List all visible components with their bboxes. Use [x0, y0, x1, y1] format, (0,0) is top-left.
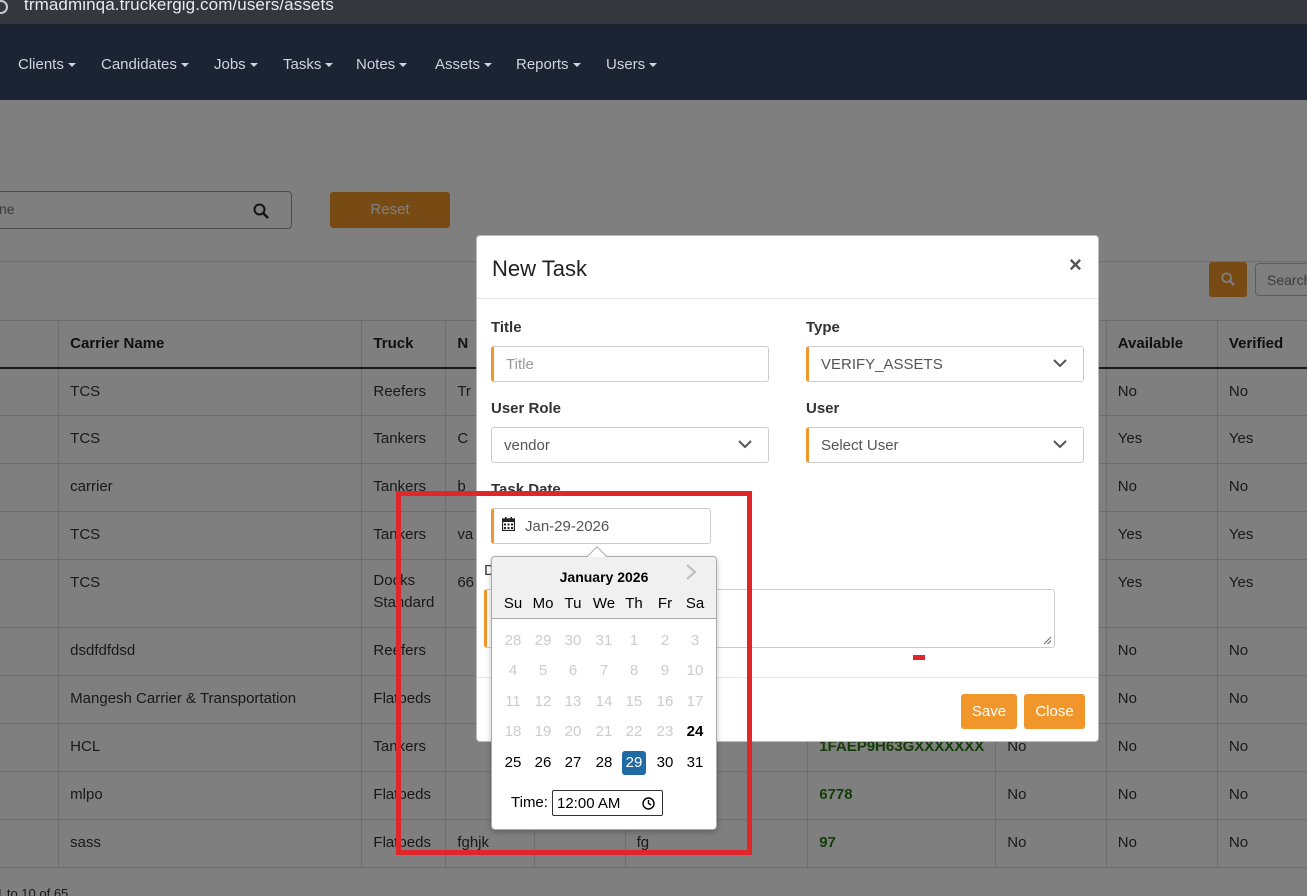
nav-reports-label: Reports: [516, 56, 569, 73]
url-text: trmadminqa.truckergig.com/users/assets: [24, 0, 334, 14]
type-select[interactable]: VERIFY_ASSETS: [806, 346, 1084, 382]
title-input[interactable]: Title: [491, 346, 769, 382]
nav-candidates-label: Candidates: [101, 56, 177, 73]
nav-notes[interactable]: Notes: [356, 56, 408, 73]
divider: [477, 298, 1098, 299]
chevron-down-icon: [738, 440, 752, 449]
nav-users-label: Users: [606, 56, 646, 73]
type-label: Type: [806, 319, 840, 336]
top-navigation: Clients Candidates Jobs Tasks Notes Asse…: [0, 24, 1307, 100]
resize-handle-icon[interactable]: [1043, 636, 1052, 645]
site-info-icon[interactable]: [0, 0, 8, 14]
nav-tasks[interactable]: Tasks: [283, 56, 334, 73]
user-value: Select User: [821, 437, 899, 454]
caret-down-icon: [572, 63, 581, 68]
save-button[interactable]: Save: [961, 694, 1017, 729]
modal-title: New Task: [492, 256, 587, 281]
nav-candidates[interactable]: Candidates: [101, 56, 189, 73]
caret-down-icon: [325, 63, 334, 68]
caret-down-icon: [484, 63, 493, 68]
nav-assets[interactable]: Assets: [435, 56, 493, 73]
type-value: VERIFY_ASSETS: [821, 356, 943, 373]
nav-jobs[interactable]: Jobs: [214, 56, 258, 73]
caret-down-icon: [399, 63, 408, 68]
chevron-down-icon: [1053, 359, 1067, 368]
nav-clients-label: Clients: [18, 56, 64, 73]
nav-clients[interactable]: Clients: [18, 56, 76, 73]
title-placeholder: Title: [506, 356, 534, 373]
close-icon[interactable]: ×: [1069, 252, 1082, 278]
nav-reports[interactable]: Reports: [516, 56, 581, 73]
nav-assets-label: Assets: [435, 56, 481, 73]
user-role-select[interactable]: vendor: [491, 427, 769, 463]
caret-down-icon: [649, 63, 658, 68]
user-role-label: User Role: [491, 400, 562, 417]
user-select[interactable]: Select User: [806, 427, 1084, 463]
nav-notes-label: Notes: [356, 56, 396, 73]
user-label: User: [806, 400, 840, 417]
title-label: Title: [491, 319, 522, 336]
validation-marker: [913, 655, 925, 660]
nav-users[interactable]: Users: [606, 56, 658, 73]
caret-down-icon: [67, 63, 76, 68]
highlight-annotation: [396, 491, 752, 855]
close-button[interactable]: Close: [1024, 694, 1085, 729]
caret-down-icon: [180, 63, 189, 68]
nav-jobs-label: Jobs: [214, 56, 246, 73]
chevron-down-icon: [1053, 440, 1067, 449]
caret-down-icon: [249, 63, 258, 68]
user-role-value: vendor: [504, 437, 550, 454]
browser-url-bar[interactable]: trmadminqa.truckergig.com/users/assets: [0, 0, 1307, 24]
nav-tasks-label: Tasks: [283, 56, 322, 73]
